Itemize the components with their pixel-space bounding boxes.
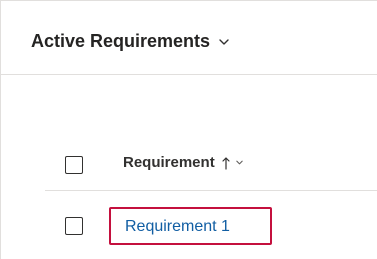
requirement-link[interactable]: Requirement 1: [125, 218, 230, 236]
view-selector-button[interactable]: Active Requirements: [31, 31, 230, 52]
column-header-label: Requirement: [123, 154, 215, 171]
select-all-checkbox[interactable]: [65, 156, 83, 174]
view-title: Active Requirements: [31, 31, 211, 51]
row-select-checkbox[interactable]: [65, 217, 83, 235]
chevron-down-icon: [219, 38, 229, 45]
view-panel: Active Requirements Requirement Requirem…: [0, 0, 377, 259]
view-header: Active Requirements: [1, 1, 377, 75]
column-header-requirement[interactable]: Requirement: [123, 154, 244, 171]
highlight-box: Requirement 1: [109, 207, 272, 245]
table-row: Requirement 1: [45, 201, 377, 251]
grid-header-row: Requirement: [45, 141, 377, 191]
chevron-down-icon: [235, 160, 243, 165]
sort-ascending-arrow-icon: [222, 156, 230, 170]
